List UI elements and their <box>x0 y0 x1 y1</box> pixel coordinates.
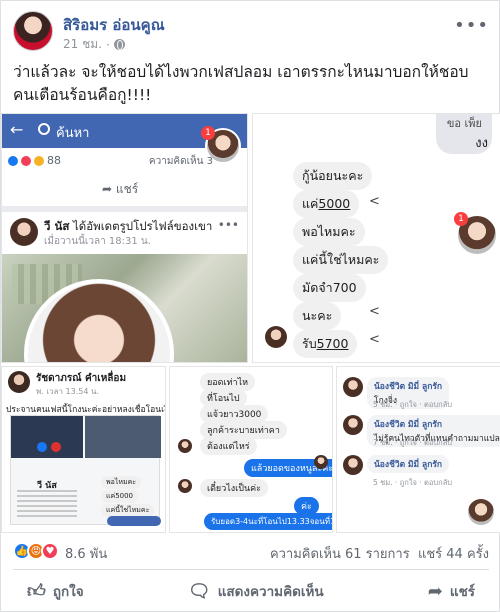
share-icon: < <box>369 304 380 319</box>
post-header: สิริอมร อ่อนคูณ 21 ชม. · ••• <box>13 11 489 53</box>
post-meta: 21 ชม. · <box>63 35 125 54</box>
comments-count[interactable]: ความคิดเห็น 61 รายการ <box>270 547 410 562</box>
reaction-icons[interactable]: 👍 😡 ♥ <box>13 542 59 560</box>
comment-count: ความคิดเห็น 3 <box>148 156 213 167</box>
poster-time: พ. เวลา 13.54 น. <box>36 387 99 396</box>
love-reaction-icon: ♥ <box>41 542 59 560</box>
screenshot-collage: วี นัส พอไหมคะ แค่5000 แค่นี้ใช่ไหมคะ <box>10 415 161 526</box>
comment-icon: 🗨︎ <box>187 580 211 602</box>
commenter-avatar <box>343 455 363 475</box>
share-icon: ➦ <box>427 580 443 602</box>
love-icon <box>21 155 31 166</box>
post-card: สิริอมร อ่อนคูณ 21 ชม. · ••• ว่าแล้วละ จ… <box>0 0 500 612</box>
share-button[interactable]: ➦ แชร์ <box>414 574 489 608</box>
end-call-icon <box>51 442 61 452</box>
sent-bubble: รับยอด3-4นะที่โอนไป13.33จอนที่13.44เอ้าค… <box>204 513 332 530</box>
more-options-icon[interactable]: ••• <box>454 15 489 36</box>
share-icon: < <box>369 332 380 347</box>
author-avatar[interactable] <box>13 11 53 51</box>
shares-count[interactable]: แชร์ 44 ครั้ง <box>418 547 489 562</box>
chat-badge: 1 <box>454 212 468 226</box>
warning-text: ประจานคนเฟสนี้โกงนะค่ะอย่าหลงเชื่อโอนเงิ… <box>6 405 166 415</box>
chat-top-text-2: งง <box>475 136 488 151</box>
chat-head <box>314 455 328 469</box>
thumbs-up-icon: 👍︎ <box>27 581 46 602</box>
photo-1[interactable]: ← ค้นหา 1 88 ความคิดเห็น 3 ➦ แชร์ วี นัส… <box>1 113 248 363</box>
user-avatar <box>10 218 38 246</box>
photo-5[interactable]: น้องชีวิต มิมี่ ลูกรัก โกงจิ่ง 5 ชม. · ถู… <box>336 366 500 533</box>
post-actions: 👍︎ ถูกใจ 🗨︎ แสดงความคิดเห็น ➦ แชร์ <box>13 573 489 609</box>
sender-avatar <box>178 439 192 453</box>
notification-badge: 1 <box>201 126 215 140</box>
chat-bubble: รับ5700 <box>293 330 358 358</box>
post-time[interactable]: 21 ชม. <box>63 35 102 54</box>
reaction-summary: 88 <box>8 154 61 167</box>
share-label: ➦ แชร์ <box>102 182 139 196</box>
mini-bubble: แค่5000 <box>101 490 139 503</box>
share-icon: < <box>369 194 380 209</box>
chat-bubble: มัดจำ700 <box>293 274 366 302</box>
chat-bubble: พอไหมคะ <box>293 218 365 246</box>
sender-avatar <box>265 326 287 348</box>
mini-bubble: พอไหมคะ <box>101 476 142 489</box>
photo-4[interactable]: ยอดเท่าไห ที่โอนไป แจ้วยาว3000 ลูกค้าระบ… <box>169 366 333 533</box>
wow-icon <box>34 155 44 166</box>
search-text: ค้นหา <box>56 126 90 141</box>
chat-bubble: ต้องแต่ไหร่ <box>200 437 257 455</box>
like-button[interactable]: 👍︎ ถูกใจ <box>13 574 98 608</box>
photo-2[interactable]: ขอ เพ็ย งง 1 กู้น้อยนะคะ แค่5000 < พอไหม… <box>252 113 500 363</box>
comment-button[interactable]: 🗨︎ แสดงความคิดเห็น <box>174 574 338 608</box>
commenter-avatar <box>343 377 363 397</box>
search-icon <box>38 123 50 135</box>
sender-avatar <box>178 479 192 493</box>
chat-bubble: เดี๋ยวไงเป็นค่ะ <box>200 479 268 497</box>
photo-3[interactable]: รัชดาภรณ์ คำเหลื่อม พ. เวลา 13.54 น. ประ… <box>1 366 166 533</box>
reaction-total[interactable]: 8.6 พัน <box>65 543 107 564</box>
poster-avatar <box>8 371 30 393</box>
update-time: เมื่อวานนี้เวลา 18:31 น. <box>44 236 151 247</box>
photo-grid: ← ค้นหา 1 88 ความคิดเห็น 3 ➦ แชร์ วี นัส… <box>1 113 500 533</box>
chat-bubble: นะคะ <box>293 302 342 330</box>
chat-top-text: ขอ เพ็ย <box>446 117 482 130</box>
post-message: ว่าแล้วละ จะให้ชอบได้ไงพวกเฟสปลอม เอาตรร… <box>13 63 469 104</box>
poster-name: รัชดาภรณ์ คำเหลื่อม <box>36 373 127 384</box>
more-icon: ••• <box>217 218 239 232</box>
like-icon <box>8 155 18 166</box>
globe-icon <box>113 39 125 50</box>
post-stats: 👍 😡 ♥ 8.6 พัน ความคิดเห็น 61 รายการ แชร์… <box>13 541 489 563</box>
call-icon <box>37 442 47 452</box>
author-name[interactable]: สิริอมร อ่อนคูณ <box>63 13 165 37</box>
chat-bubble: แค่5000 <box>293 190 360 218</box>
chat-bubble: กู้น้อยนะคะ <box>293 162 373 190</box>
comments-shares: ความคิดเห็น 61 รายการ แชร์ 44 ครั้ง <box>270 543 489 564</box>
back-arrow-icon: ← <box>10 120 24 139</box>
chat-head <box>466 497 496 527</box>
chat-bubble: แค่นี้ใช่ไหมคะ <box>293 246 389 274</box>
commenter-avatar <box>343 415 363 435</box>
reaction-count: 88 <box>47 154 61 167</box>
